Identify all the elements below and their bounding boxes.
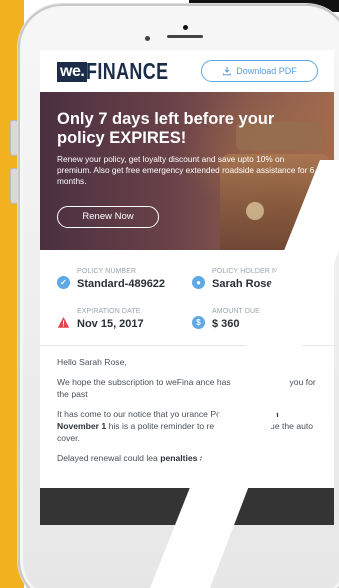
section-divider [40,345,334,346]
logo-prefix: we. [57,62,88,82]
expiration-date-value: Nov 15, 2017 [77,318,144,330]
logo-wordmark: FINANCE [86,58,169,84]
email-greeting: Hello Sarah Rose, [57,357,127,367]
shield-icon: ✓ [57,276,70,289]
email-paragraph-2-start: It has come to our notice that yo urance… [57,409,236,419]
email-footer-bar [40,488,334,525]
hero-title: Only 7 days left before your policy EXPI… [57,110,275,147]
email-header: we. FINANCE Download PDF [40,50,334,92]
dollar-icon: $ [192,316,205,329]
policy-number-value: Standard-489622 [77,278,166,290]
policy-holder-label: POLICY HOLDER N [212,268,278,275]
email-paragraph-1: We hope the subscription to weFina ance … [57,377,316,399]
policy-info-panel: ✓ POLICY NUMBER Standard-489622 ● POLICY… [40,250,334,345]
renew-now-button[interactable]: Renew Now [57,206,159,228]
download-pdf-label: Download PDF [236,66,297,76]
phone-camera [183,25,188,30]
user-icon: ● [192,276,205,289]
email-paragraph-2: It has come to our notice that yo urance… [57,408,321,444]
download-pdf-button[interactable]: Download PDF [201,60,318,82]
policy-number-label: POLICY NUMBER [77,268,137,275]
email-penalty-highlight: penalties and [160,453,216,463]
hero-headlight-image [246,202,264,220]
phone-volume-down-button [10,168,18,204]
email-paragraph-3-start: Delayed renewal could lea [57,453,158,463]
email-screen: we. FINANCE Download PDF Only 7 days lef… [40,50,334,525]
phone-sensor [145,36,150,41]
warning-icon [57,316,70,329]
hero-banner: Only 7 days left before your policy EXPI… [40,92,334,250]
phone-speaker [167,35,203,38]
email-body: Hello Sarah Rose, We hope the subscripti… [57,356,321,472]
hero-description: Renew your policy, get loyalty discount … [57,154,315,186]
download-icon [223,67,232,76]
expiration-date-label: EXPIRATION DATE [77,308,141,315]
amount-due-label: AMOUNT DUE [212,308,260,315]
phone-volume-up-button [10,120,18,156]
amount-due-value: $ 360 [212,318,240,330]
policy-holder-value: Sarah Rose [212,278,273,290]
email-paragraph-3: Delayed renewal could lea penalties and [57,452,321,464]
